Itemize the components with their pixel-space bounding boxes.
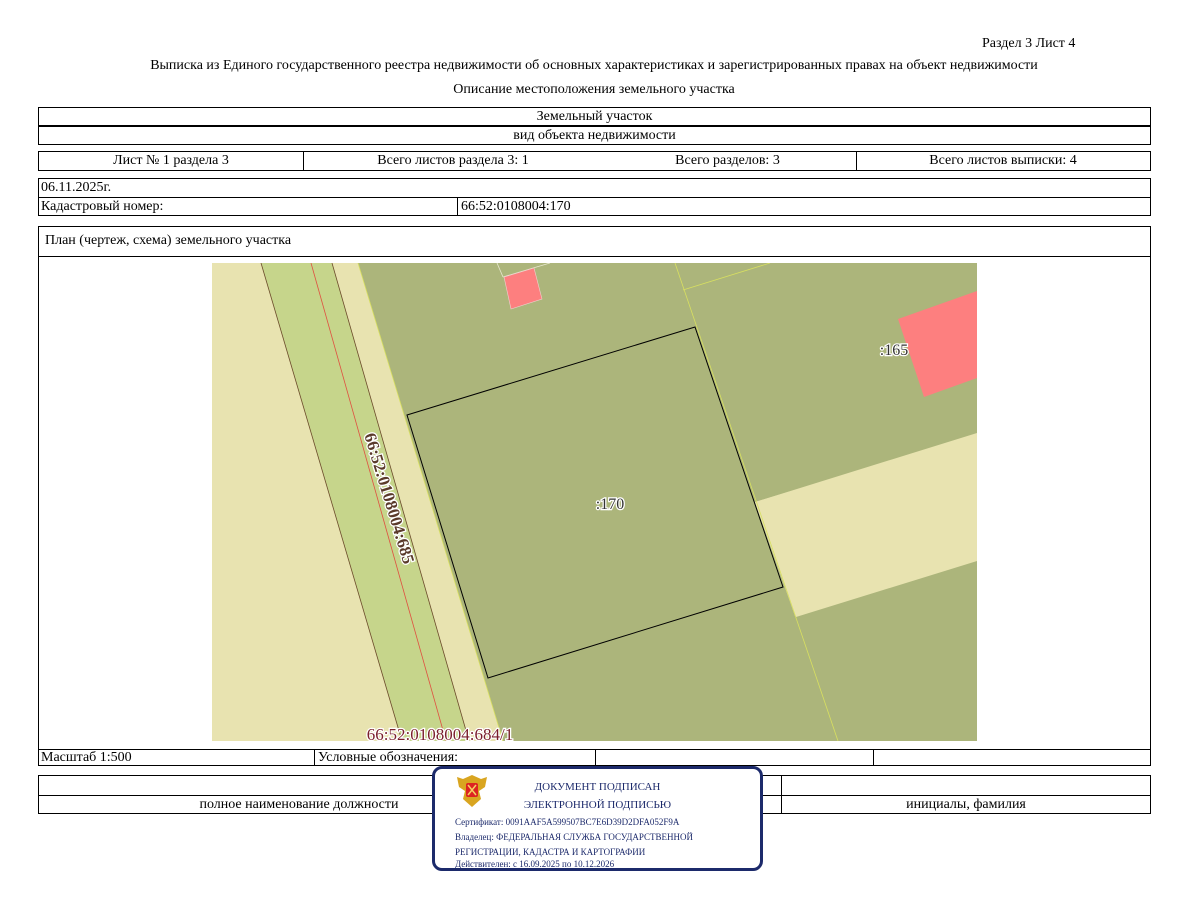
e-signature-stamp: ДОКУМЕНТ ПОДПИСАН ЭЛЕКТРОННОЙ ПОДПИСЬЮ С…	[432, 766, 763, 871]
total-section-sheets: Всего листов раздела 3: 1	[377, 153, 529, 168]
cadastral-label: Кадастровый номер:	[41, 198, 164, 214]
total-sheets: Всего листов выписки: 4	[929, 153, 1077, 168]
neighbor-label: :165	[880, 342, 908, 359]
stamp-owner1: Владелец: ФЕДЕРАЛЬНАЯ СЛУЖБА ГОСУДАРСТВЕ…	[455, 832, 694, 842]
object-type-caption: вид объекта недвижимости	[38, 126, 1151, 145]
date: 06.11.2025г.	[38, 178, 1151, 198]
object-type: Земельный участок	[38, 107, 1151, 126]
parcel-label: :170	[596, 496, 624, 513]
plan-title: План (чертеж, схема) земельного участка	[45, 233, 292, 248]
plan-map: :170 :165 66:52:0108004:685 66:52:010800…	[212, 263, 977, 741]
total-sections: Всего разделов: 3	[675, 153, 780, 168]
stamp-line2: ЭЛЕКТРОННОЙ ПОДПИСЬЮ	[523, 799, 672, 811]
sheets-row: Лист № 1 раздела 3 Всего листов раздела …	[38, 151, 1151, 171]
document-title: Выписка из Единого государственного реес…	[150, 58, 1038, 73]
cadastral-number: 66:52:0108004:170	[461, 198, 571, 214]
document-subtitle: Описание местоположения земельного участ…	[453, 82, 735, 97]
name-caption: инициалы, фамилия	[906, 796, 1026, 812]
stamp-valid: Действителен: с 16.09.2025 по 10.12.2026	[455, 859, 615, 869]
legend-label: Условные обозначения:	[318, 749, 459, 765]
stamp-line1: ДОКУМЕНТ ПОДПИСАН	[534, 781, 661, 793]
scale: Масштаб 1:500	[41, 749, 132, 765]
legend-row: Масштаб 1:500 Условные обозначения:	[38, 749, 1151, 766]
stamp-owner2: РЕГИСТРАЦИИ, КАДАСТРА И КАРТОГРАФИИ	[455, 847, 646, 857]
bottom-parcel-label: 66:52:0108004:684/1	[367, 725, 513, 741]
section-sheet: Раздел 3 Лист 4	[982, 36, 1076, 51]
cadastral-row: Кадастровый номер: 66:52:0108004:170	[38, 197, 1151, 216]
stamp-certificate: Сертификат: 0091AAF5A599507BC7E6D39D2DFA…	[455, 817, 680, 827]
sheet-number: Лист № 1 раздела 3	[113, 153, 229, 168]
